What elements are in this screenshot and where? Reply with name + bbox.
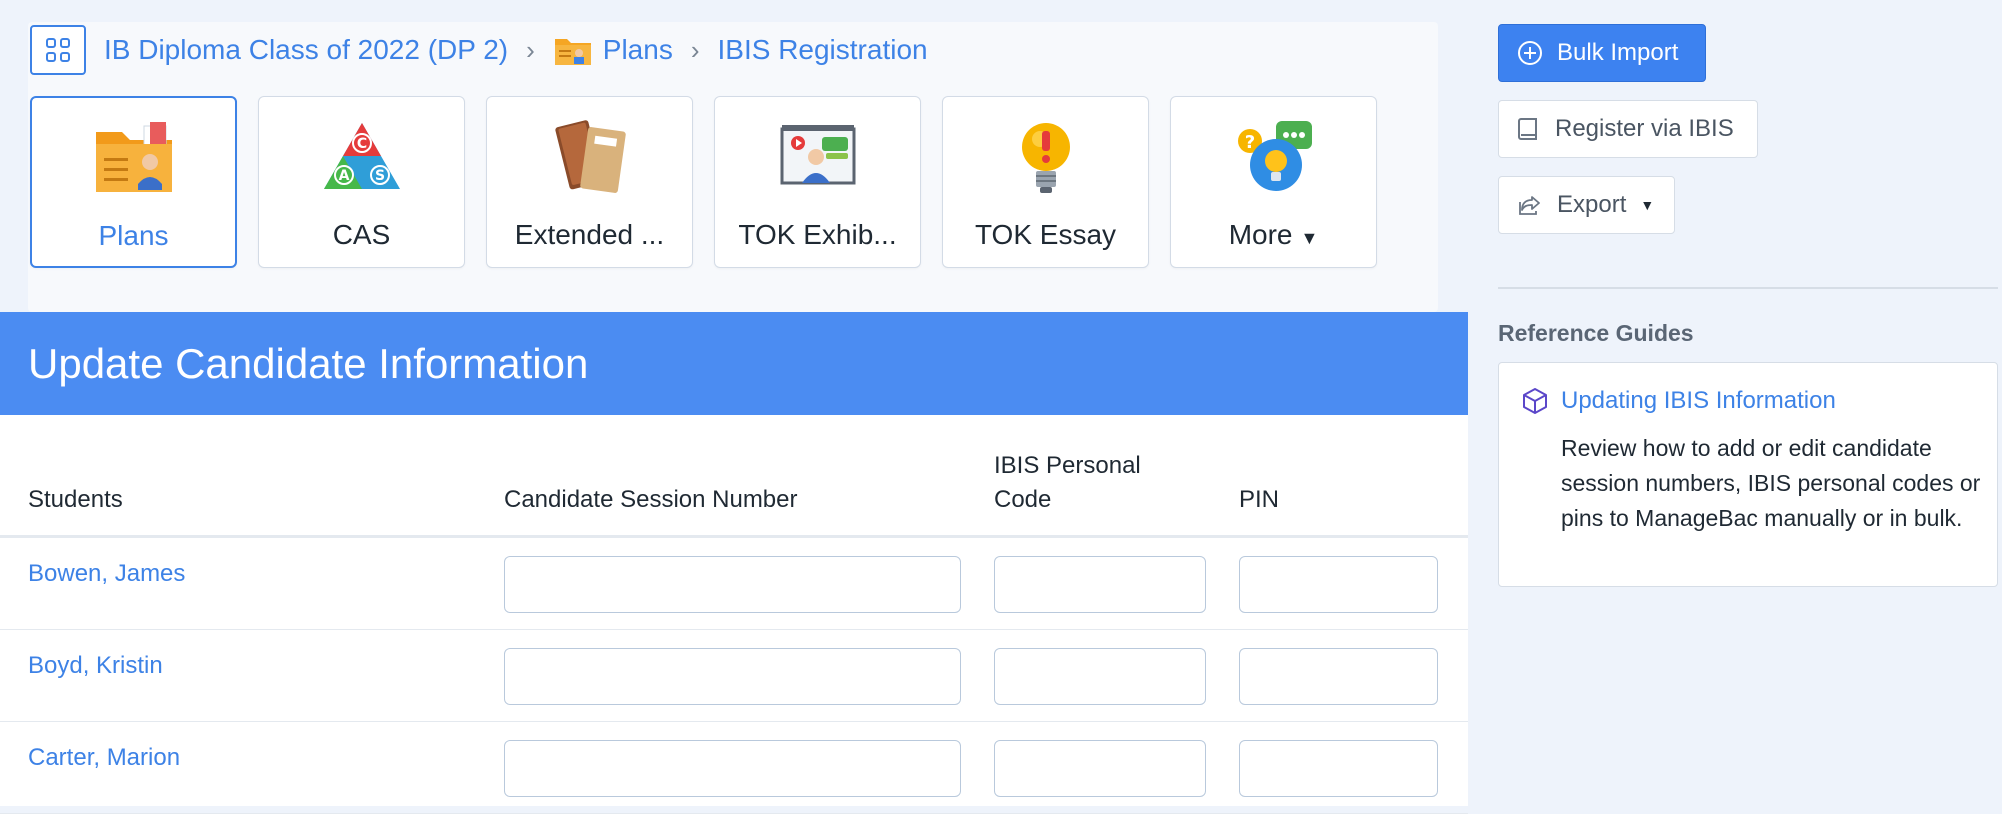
book-icon [1518, 118, 1537, 140]
svg-text:?: ? [1244, 132, 1254, 153]
personal-code-input[interactable] [994, 648, 1206, 705]
tok-essay-lightbulb-icon [1021, 123, 1070, 193]
export-button[interactable]: Export ▼ [1498, 176, 1675, 234]
tile-tok-essay[interactable]: TOK Essay [942, 96, 1149, 268]
student-link[interactable]: Bowen, James [28, 560, 185, 588]
tile-extended-essay[interactable]: Extended ... [486, 96, 693, 268]
pin-input[interactable] [1239, 740, 1438, 797]
reference-guides-heading: Reference Guides [1498, 320, 1694, 346]
share-export-icon [1519, 196, 1540, 215]
page-title: Update Candidate Information [0, 312, 1468, 415]
chevron-right-icon: › [690, 34, 700, 65]
student-link[interactable]: Carter, Marion [28, 744, 180, 772]
column-personal-code: IBIS Personal Code [994, 452, 1141, 513]
personal-code-input[interactable] [994, 740, 1206, 797]
breadcrumb-class-link[interactable]: IB Diploma Class of 2022 (DP 2) [104, 34, 508, 66]
extended-essay-books-icon [554, 120, 626, 193]
tile-tok-essay-label: TOK Essay [974, 219, 1117, 250]
session-number-input[interactable] [504, 648, 961, 705]
session-number-input[interactable] [504, 556, 961, 613]
tile-more[interactable]: ? More ▼ [1170, 96, 1377, 268]
tile-extended-essay-label: Extended ... [514, 219, 665, 250]
reference-guide-card: Updating IBIS Information Review how to … [1498, 362, 1998, 587]
caret-down-icon: ▼ [1640, 197, 1655, 213]
bulk-import-button[interactable]: Bulk Import [1498, 24, 1706, 82]
tile-tok-exhibition[interactable]: TOK Exhib... [714, 96, 921, 268]
table-row: Boyd, Kristin [0, 630, 1468, 722]
tile-plans[interactable]: Plans [30, 96, 237, 268]
chevron-right-icon: › [526, 34, 535, 65]
plans-folder-small-icon [554, 39, 591, 65]
updating-ibis-information-link[interactable]: Updating IBIS Information [1561, 387, 1836, 415]
tile-tok-exhibition-label: TOK Exhib... [738, 219, 897, 250]
personal-code-input[interactable] [994, 556, 1206, 613]
candidate-information-panel: Update Candidate Information Students Ca… [0, 312, 1468, 814]
breadcrumb: IB Diploma Class of 2022 (DP 2) › Plans … [30, 24, 928, 76]
column-pin: PIN [1239, 486, 1280, 513]
tile-more-label: More ▼ [1229, 219, 1319, 251]
pin-input[interactable] [1239, 556, 1438, 613]
more-bubbles-icon: ? [1237, 121, 1312, 191]
plus-circle-icon [1518, 41, 1542, 65]
plans-folder-icon [95, 122, 172, 192]
pin-input[interactable] [1239, 648, 1438, 705]
breadcrumb-ibis-registration[interactable]: IBIS Registration [718, 34, 928, 66]
register-via-ibis-label: Register via IBIS [1555, 115, 1734, 142]
register-via-ibis-button[interactable]: Register via IBIS [1498, 100, 1758, 158]
breadcrumb-plans-label: Plans [602, 34, 673, 65]
column-session-number: Candidate Session Number [504, 486, 798, 513]
module-tiles: Plans C A S CAS Extended ... TOK Exhib..… [30, 96, 1377, 268]
cube-icon [1523, 388, 1547, 414]
table-header: Students Candidate Session Number IBIS P… [0, 415, 1468, 538]
column-students: Students [28, 486, 123, 513]
table-row: Carter, Marion [0, 722, 1468, 814]
tok-exhibition-presentation-icon [780, 125, 855, 185]
caret-down-icon: ▼ [1300, 228, 1319, 248]
svg-text:C: C [356, 136, 366, 152]
session-number-input[interactable] [504, 740, 961, 797]
student-link[interactable]: Boyd, Kristin [28, 652, 163, 680]
reference-description: Review how to add or edit candidate sess… [1561, 435, 1981, 531]
tile-more-text: More [1228, 219, 1293, 250]
tile-cas[interactable]: C A S CAS [258, 96, 465, 268]
sidebar-divider [1498, 287, 1998, 289]
apps-grid-icon[interactable] [30, 25, 86, 75]
breadcrumb-plans-link[interactable]: Plans [553, 33, 673, 67]
svg-text:S: S [374, 168, 384, 184]
table-row: Bowen, James [0, 538, 1468, 630]
export-label: Export [1557, 191, 1627, 218]
cas-triangle-icon: C A S [323, 123, 400, 189]
bulk-import-label: Bulk Import [1557, 39, 1679, 66]
tile-cas-label: CAS [332, 219, 391, 250]
svg-text:A: A [338, 168, 349, 184]
tile-plans-label: Plans [98, 220, 169, 251]
